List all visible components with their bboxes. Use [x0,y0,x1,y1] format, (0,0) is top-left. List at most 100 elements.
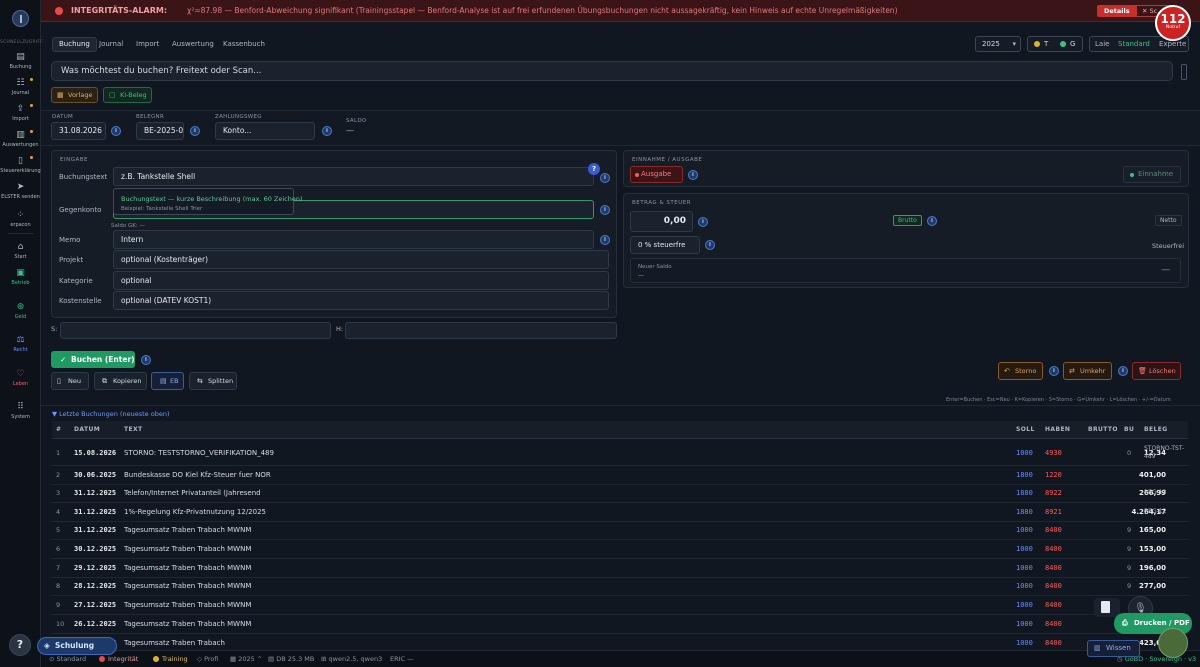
tab-kassenbuch[interactable]: Kassenbuch [223,37,265,52]
belegnr-input[interactable]: BE-2025-0( [136,122,184,140]
sidebar-item-import[interactable]: ⇪ Import [0,104,41,122]
alarm-details-button[interactable]: Details [1097,5,1137,17]
table-row[interactable]: 2 30.06.2025 Bundeskasse DO Kiel Kfz-Steue… [52,466,1188,485]
sidebar-nav-geld[interactable]: ⊛ Geld [0,302,41,320]
scan-icon[interactable] [1181,64,1187,80]
table-row[interactable]: 6 30.12.2025 Tagesumsatz Traben Trabach MW… [52,540,1188,559]
info-icon[interactable]: i [1049,366,1059,376]
sidebar-nav-betrieb[interactable]: ▣ Betrieb [0,268,41,286]
tab-auswertung[interactable]: Auswertung [172,37,214,52]
sidebar-item-elster[interactable]: ➤ ELSTER senden [0,182,41,200]
alarm-dot-icon [55,7,63,15]
info-icon[interactable]: i [688,170,698,180]
sidebar-nav-recht[interactable]: ⚖ Recht [0,335,41,353]
table-row[interactable]: 7 29.12.2025 Tagesumsatz Traben Trabach MW… [52,559,1188,578]
sidebar-item-steuererklaerung[interactable]: ▯ Steuererklärung [0,156,41,174]
soll-input[interactable] [60,322,331,339]
level-laie[interactable]: Laie [1095,37,1109,51]
status-standard[interactable]: ⊙ Standard [49,655,86,663]
sidebar-nav-leben[interactable]: ♡ Leben [0,369,41,387]
info-icon[interactable]: i [705,240,715,250]
info-icon[interactable]: i [1118,366,1128,376]
table-row[interactable]: 10 26.12.2025 Tagesumsatz Traben Trabach M… [52,615,1188,634]
info-icon[interactable]: i [927,216,937,226]
tab-import[interactable]: Import [136,37,159,52]
netto-toggle[interactable]: Netto [1155,215,1182,226]
info-icon[interactable]: i [141,355,151,365]
wissen-button[interactable]: ▥ Wissen [1087,640,1140,657]
document-icon[interactable] [1101,601,1110,613]
projekt-input[interactable]: optional (Kostenträger) [113,250,609,269]
app-logo-icon[interactable] [12,10,29,27]
buchungstext-input[interactable]: z.B. Tankstelle Shell [113,167,594,186]
sidebar-item-journal[interactable]: ☷ Journal [0,78,41,96]
help-circle-icon[interactable]: ? [588,163,600,175]
col-datum[interactable]: DATUM [74,426,100,433]
table-row[interactable]: 4 31.12.2025 1%-Regelung Kfz-Privatnutzung… [52,503,1188,522]
status-training[interactable]: Training [153,655,188,663]
mode-toggle[interactable]: T G [1027,36,1083,52]
ki-beleg-button[interactable]: ▢ KI-Beleg [103,87,152,103]
table-row[interactable]: 9 27.12.2025 Tagesumsatz Traben Trabach MW… [52,596,1188,615]
assistant-avatar[interactable] [1158,628,1188,658]
memo-input[interactable]: Intern [113,230,594,249]
info-icon[interactable]: i [190,126,200,136]
col-haben[interactable]: HABEN [1045,426,1070,433]
col-text[interactable]: TEXT [124,426,143,433]
vorlage-button[interactable]: ▦ Vorlage [51,87,98,103]
info-icon[interactable]: i [600,235,610,245]
table-row[interactable]: 1 15.08.2026 STORNO: TESTSTORNO_VERIFIKATI… [52,440,1188,466]
emergency-call-button[interactable]: 112 Notruf [1155,5,1191,41]
sidebar-item-buchung[interactable]: ▤ Buchung [0,52,41,70]
splitten-button[interactable]: ⇆ Splitten [189,372,237,390]
col-beleg[interactable]: BELEG [1144,426,1168,433]
eb-label: EB [170,377,179,385]
col-brutto[interactable]: BRUTTO [1088,426,1118,433]
info-icon[interactable]: i [600,205,610,215]
status-profi[interactable]: ◇ Profi [197,655,218,663]
betrag-input[interactable]: 0,00 [630,211,693,232]
haben-input[interactable] [345,322,617,339]
kategorie-input[interactable]: optional [113,271,609,290]
datum-input[interactable]: 31.08.2026 [51,122,106,140]
status-integritaet[interactable]: Integrität [99,655,138,663]
table-row[interactable]: 5 31.12.2025 Tagesumsatz Traben Trabach MW… [52,521,1188,540]
eb-button[interactable]: ▤ EB [151,372,184,390]
sidebar-item-erpacon[interactable]: ⁘ erpacon [0,210,41,228]
tab-journal[interactable]: Journal [99,37,123,52]
loeschen-button[interactable]: 🗑 Löschen [1132,362,1181,380]
help-button[interactable]: ? [9,634,31,656]
info-icon[interactable]: i [698,217,708,227]
col-bu[interactable]: BU [1124,426,1134,433]
booking-search-input[interactable]: Was möchtest du buchen? Freitext oder Sc… [51,61,1173,81]
buchen-button[interactable]: ✓ Buchen (Enter) [51,351,135,368]
kostenstelle-input[interactable]: optional (DATEV KOST1) [113,291,609,310]
ausgabe-button[interactable]: Ausgabe [630,166,683,183]
einnahme-button[interactable]: Einnahme [1123,166,1181,183]
printer-icon: ⎙ [1122,619,1128,627]
tab-buchung[interactable]: Buchung [52,37,97,52]
steuersatz-select[interactable]: 0 % steuerfre [630,236,700,254]
recent-bookings-toggle[interactable]: ▼ Letzte Buchungen (neueste oben) [52,410,170,418]
table-row[interactable]: 3 31.12.2025 Telefon/Internet Privatanteil… [52,484,1188,503]
buchungstext-tooltip: Buchungstext — kurze Beschreibung (max. … [113,188,303,215]
info-icon[interactable]: i [600,173,610,183]
info-icon[interactable]: i [322,126,332,136]
zahlungsweg-select[interactable]: Konto... [215,122,315,140]
info-icon[interactable]: i [111,126,121,136]
schulung-badge[interactable]: ◈ Schulung [37,637,117,655]
year-select[interactable]: 2025 [975,36,1021,52]
chart-icon: ▥ [16,130,25,140]
storno-button[interactable]: ↶ Storno [998,362,1043,380]
umkehr-button[interactable]: ⇄ Umkehr [1063,362,1112,380]
status-year[interactable]: ▦ 2025 ⌃ [230,655,262,663]
table-row[interactable]: 8 28.12.2025 Tagesumsatz Traben Trabach MW… [52,577,1188,596]
level-standard[interactable]: Standard [1118,37,1150,51]
kopieren-button[interactable]: ⧉ Kopieren [94,372,147,390]
sidebar-item-auswertungen[interactable]: ▥ Auswertungen [0,130,41,148]
col-soll[interactable]: SOLL [1016,426,1035,433]
neu-button[interactable]: ▯ Neu [51,372,89,390]
brutto-toggle[interactable]: Brutto [893,215,922,226]
sidebar-nav-system[interactable]: ⠿ System [0,402,41,420]
sidebar-nav-start[interactable]: ⌂ Start [0,242,41,260]
